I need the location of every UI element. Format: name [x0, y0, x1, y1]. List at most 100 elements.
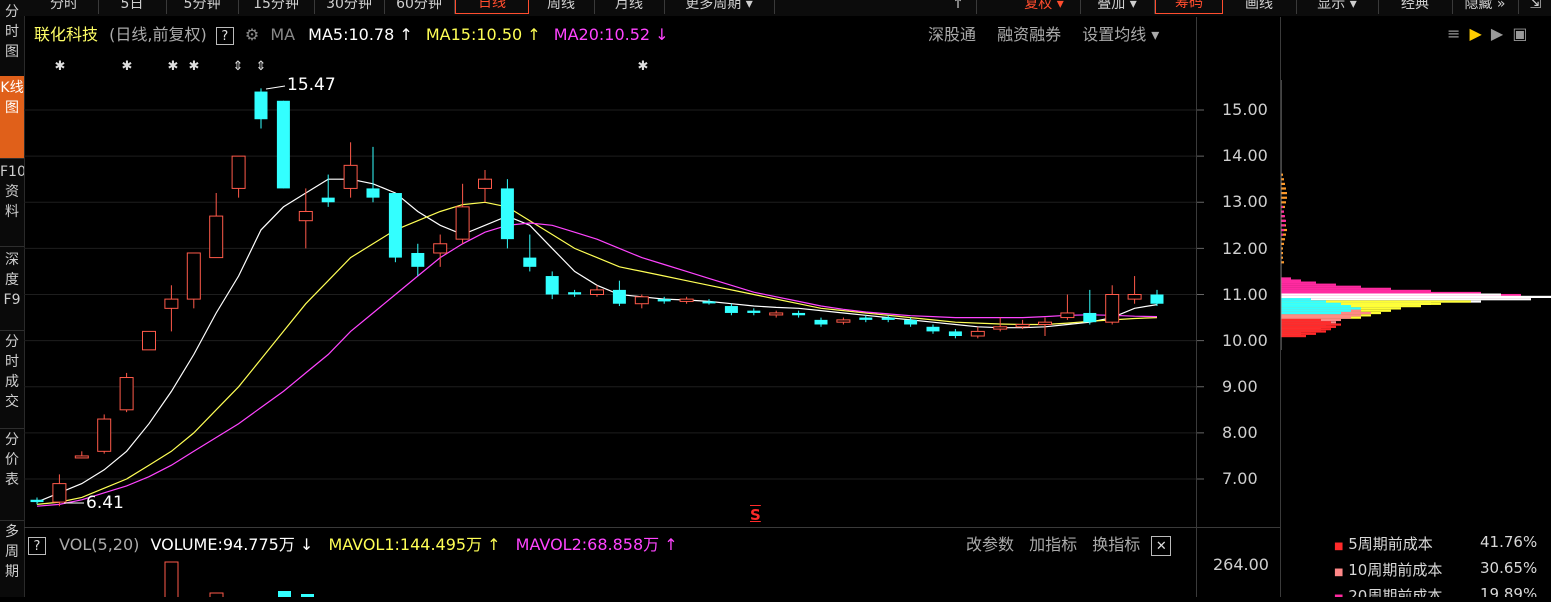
chip-bar-salmon: [1281, 314, 1361, 317]
event-marker-icon: ✱: [122, 59, 133, 74]
candle-body: [254, 91, 268, 120]
volume-bar: [278, 591, 291, 597]
chip-bar-red: [1281, 318, 1321, 322]
candle-body: [298, 210, 313, 222]
volume-divider: [24, 527, 1280, 528]
candle-body: [859, 317, 873, 320]
ma15-line: [36, 201, 1158, 505]
price-tick: 15.00: [1222, 100, 1268, 119]
collapse-icon[interactable]: ⇲: [1520, 0, 1551, 14]
candle-body: [792, 312, 806, 316]
candle-body: [1038, 321, 1052, 325]
chip-legend-value: 19.89%: [1480, 585, 1538, 597]
candle-body: [836, 319, 851, 323]
candle-body: [724, 306, 738, 313]
play-icon[interactable]: ▶: [1491, 24, 1503, 43]
candle-body: [388, 193, 402, 258]
candle-body: [814, 319, 828, 325]
hide-button[interactable]: 隐藏 »: [1452, 0, 1519, 14]
candle-body: [276, 100, 290, 189]
square-icon[interactable]: ▣: [1512, 24, 1527, 43]
candle-body: [74, 455, 89, 459]
chip-bar-cyan: [1281, 298, 1311, 301]
candle-body: [1127, 294, 1142, 300]
chip-bar-red: [1281, 323, 1341, 326]
volume-bar: [164, 561, 179, 597]
kline-chart[interactable]: ✱ ✱ ✱ ✱ ⇕ ⇕ ✱: [0, 0, 1280, 530]
add-indicator-button[interactable]: 加指标: [1029, 535, 1077, 554]
volume-bars: [164, 561, 314, 597]
candle-body: [881, 317, 895, 320]
chip-bar-upper: [1281, 215, 1285, 218]
sidebar-item-multi-period[interactable]: 多周期: [0, 518, 24, 602]
vol-help-icon[interactable]: ?: [28, 537, 46, 555]
chip-legend-row: ■ 10周期前成本: [1334, 561, 1443, 579]
event-marker-icon: ✱: [638, 59, 649, 74]
price-tick: 10.00: [1222, 331, 1268, 350]
chip-bar-cyan: [1281, 302, 1341, 305]
candle-body: [209, 215, 224, 259]
ma20-line: [36, 222, 1158, 507]
candle-body: [568, 292, 582, 295]
chip-legend-label: 5周期前成本: [1348, 535, 1433, 553]
candle-body: [1105, 294, 1120, 323]
chip-toolbar: ≡ ▶ ▶ ▣: [1447, 24, 1527, 43]
chip-legend-row: ■ 5周期前成本: [1334, 535, 1433, 553]
chip-bar-pink: [1281, 277, 1291, 280]
candle-body: [321, 197, 335, 203]
candle-body: [433, 243, 448, 254]
play-flag-icon[interactable]: ▶: [1470, 24, 1482, 43]
candle-body: [679, 298, 694, 302]
chip-bar-white: [1281, 295, 1551, 299]
signal-marker[interactable]: S: [750, 506, 761, 524]
candle-body: [1083, 312, 1097, 323]
price-tick: 7.00: [1222, 469, 1258, 488]
chip-legend-row: ■ 20周期前成本: [1334, 585, 1442, 597]
candle-body: [993, 326, 1008, 330]
candle-body: [1015, 323, 1030, 328]
candle-body: [657, 299, 671, 302]
chip-bar-red: [1281, 330, 1326, 333]
volume-bar: [209, 592, 224, 597]
chip-bar-red: [1281, 321, 1331, 324]
candle-body: [590, 289, 604, 296]
chip-bar-cyan: [1281, 311, 1341, 315]
event-marker-icon: ⇕: [256, 59, 267, 74]
switch-indicator-button[interactable]: 换指标: [1092, 535, 1140, 554]
candle-body: [948, 331, 962, 337]
candle-body: [411, 252, 425, 267]
candle-body: [1060, 312, 1075, 319]
price-tick: 9.00: [1222, 377, 1258, 396]
low-price-label: 6.41: [86, 493, 124, 513]
candle-body: [747, 310, 761, 313]
candle-body: [926, 326, 940, 332]
edit-params-button[interactable]: 改参数: [966, 535, 1014, 554]
classic-button[interactable]: 经典: [1378, 0, 1453, 14]
chip-bar-red: [1281, 335, 1306, 338]
candle-body: [769, 312, 784, 316]
price-tick: 11.00: [1222, 285, 1268, 304]
candle-body: [478, 178, 492, 189]
event-markers: ✱ ✱ ✱ ✱ ⇕ ⇕ ✱: [55, 59, 649, 504]
vol-indicator-name[interactable]: VOL(5,20): [59, 535, 139, 554]
chip-bar-cyan: [1281, 305, 1351, 308]
chip-legend-label: 20周期前成本: [1348, 587, 1443, 597]
chip-bar-pink: [1281, 289, 1431, 293]
chip-bar-pink: [1281, 283, 1336, 286]
chip-bar-upper: [1281, 219, 1286, 222]
candle-body: [545, 276, 559, 295]
chip-bar-white: [1281, 293, 1501, 296]
close-icon[interactable]: ✕: [1151, 536, 1172, 556]
volume-actions: 改参数 加指标 换指标 ✕: [966, 533, 1172, 557]
price-tick: 12.00: [1222, 239, 1268, 258]
chip-legend: ■ 5周期前成本 41.76% ■ 10周期前成本 30.65% ■ 20周期前…: [1334, 533, 1551, 597]
volume-value: VOLUME:94.775万 ↓: [150, 535, 314, 554]
chip-bar-cyan: [1281, 300, 1326, 303]
candle-body: [142, 330, 156, 351]
event-marker-icon: ✱: [168, 59, 179, 74]
list-icon[interactable]: ≡: [1447, 24, 1460, 43]
chip-bar-salmon: [1281, 316, 1351, 319]
display-dropdown[interactable]: 显示 ▾: [1296, 0, 1379, 14]
price-tick: 8.00: [1222, 423, 1258, 442]
candle-body: [904, 319, 918, 325]
